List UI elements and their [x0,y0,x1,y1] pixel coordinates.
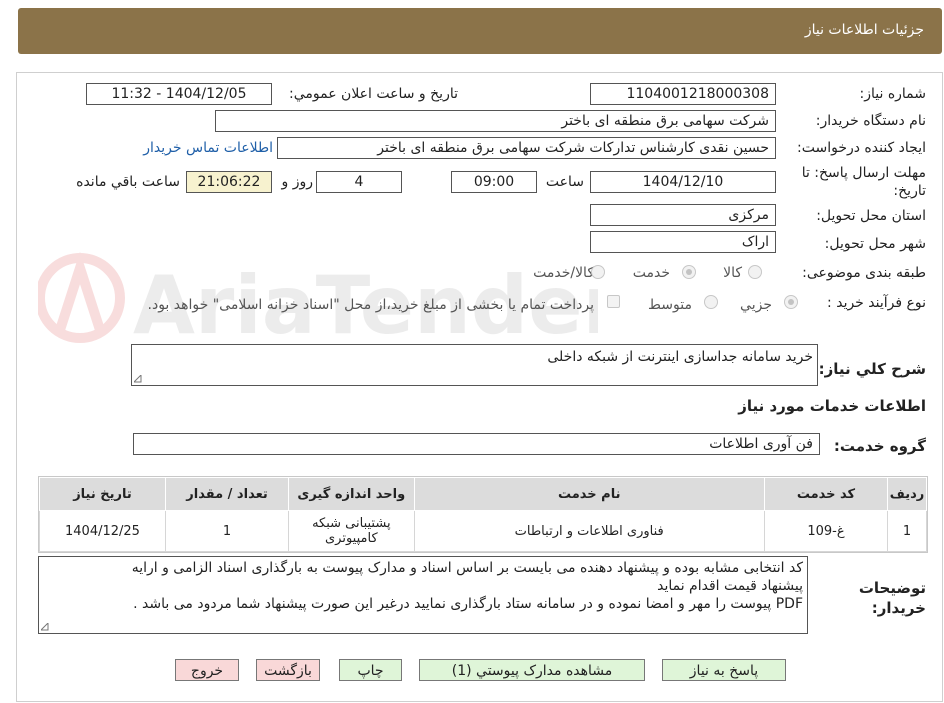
buyer-notes-line-3: PDF پیوست را مهر و امضا نموده و در سامان… [133,596,803,612]
description-textarea: خرید سامانه جداسازی اینترنت از شبکه داخل… [131,344,818,386]
cell-service-code: غ-109 [763,510,889,552]
column-header-service-code: کد خدمت [763,477,889,511]
days-label: روز و [281,174,314,190]
back-button[interactable]: بازگشت [256,659,320,681]
resize-handle-icon[interactable] [134,375,142,383]
service-group-label: گروه خدمت: [833,437,926,455]
remaining-time-label: ساعت باقي مانده [76,174,180,190]
services-section-title: اطلاعات خدمات مورد نیاز [738,397,926,415]
service-group-field: فن آوری اطلاعات [133,433,820,455]
deadline-time-label: ساعت [545,174,584,190]
category-option-both-label: کالا/خدمت [533,265,594,281]
cell-service-name: فناوری اطلاعات و ارتباطات [413,510,765,552]
buyer-notes-line-2: پیشنهاد قیمت اقدام نماید [657,578,803,594]
treasury-payment-note: پرداخت تمام یا بخشی از مبلغ خرید،از محل … [147,297,594,313]
buyer-notes-label: توضیحات خریدار: [858,579,926,617]
requester-label: ایجاد کننده درخواست: [797,140,926,156]
table-header-row: ردیف کد خدمت نام خدمت واحد اندازه گیری ت… [39,477,927,511]
services-table-wrapper: ردیف کد خدمت نام خدمت واحد اندازه گیری ت… [38,476,928,553]
cell-quantity: 1 [164,510,290,552]
description-label: شرح کلي نیاز: [818,360,926,378]
category-option-goods-radio[interactable] [748,265,762,279]
description-text: خرید سامانه جداسازی اینترنت از شبکه داخل… [547,349,813,365]
need-number-label: شماره نیاز: [859,86,927,102]
cell-need-date: 1404/12/25 [39,510,166,552]
column-header-quantity: تعداد / مقدار [164,477,290,511]
province-field: مرکزی [590,204,776,226]
category-option-service-radio[interactable] [682,265,696,279]
cell-row-number: 1 [887,510,927,552]
deadline-time-field: 09:00 [451,171,537,193]
process-option-medium-radio[interactable] [704,295,718,309]
buyer-label: نام دستگاه خریدار: [815,113,926,129]
remaining-time-field: 21:06:22 [186,171,272,193]
buyer-contact-link[interactable]: اطلاعات تماس خریدار [143,140,273,156]
exit-button[interactable]: خروج [175,659,239,681]
days-remaining-field: 4 [316,171,402,193]
category-option-goods-label: کالا [723,265,742,281]
announce-date-field: 1404/12/05 - 11:32 [86,83,272,105]
requester-field: حسین نقدی کارشناس تدارکات شرکت سهامی برق… [277,137,776,159]
column-header-service-name: نام خدمت [413,477,765,511]
page-header: جزئیات اطلاعات نیاز [18,8,942,54]
city-field: اراک [590,231,776,253]
city-label: شهر محل تحویل: [824,236,926,252]
view-attachments-button[interactable]: مشاهده مدارک پیوستي (1) [419,659,645,681]
column-header-row-number: ردیف [887,477,927,511]
process-option-minor-radio[interactable] [784,295,798,309]
treasury-payment-checkbox[interactable] [607,295,620,308]
table-row: 1 غ-109 فناوری اطلاعات و ارتباطات پشتیبا… [39,510,927,552]
reply-button[interactable]: پاسخ به نیاز [662,659,786,681]
column-header-unit: واحد اندازه گیری [288,477,415,511]
buyer-field: شرکت سهامی برق منطقه ای باختر [215,110,776,132]
category-option-service-label: خدمت [632,265,670,281]
deadline-label: مهلت ارسال پاسخ: تا تاریخ: [801,165,926,199]
announce-date-label: تاریخ و ساعت اعلان عمومي: [289,86,458,102]
category-option-both-radio[interactable] [591,265,605,279]
category-label: طبقه بندی موضوعی: [802,265,926,281]
deadline-date-field: 1404/12/10 [590,171,776,193]
services-table: ردیف کد خدمت نام خدمت واحد اندازه گیری ت… [39,477,927,552]
process-option-minor-label: جزیي [740,297,772,313]
resize-handle-icon[interactable] [41,623,49,631]
province-label: استان محل تحویل: [816,208,926,224]
process-label: نوع فرآیند خرید : [827,295,926,311]
cell-unit: پشتیبانی شبکه کامپیوتری [288,510,415,552]
need-number-field: 1104001218000308 [590,83,776,105]
print-button[interactable]: چاپ [339,659,402,681]
buyer-notes-line-1: کد انتخابی مشابه بوده و پیشنهاد دهنده می… [131,560,803,576]
process-option-medium-label: متوسط [648,297,692,313]
column-header-need-date: تاریخ نیاز [39,477,166,511]
page-title: جزئیات اطلاعات نیاز [804,22,924,38]
buyer-notes-textarea: کد انتخابی مشابه بوده و پیشنهاد دهنده می… [38,556,808,634]
